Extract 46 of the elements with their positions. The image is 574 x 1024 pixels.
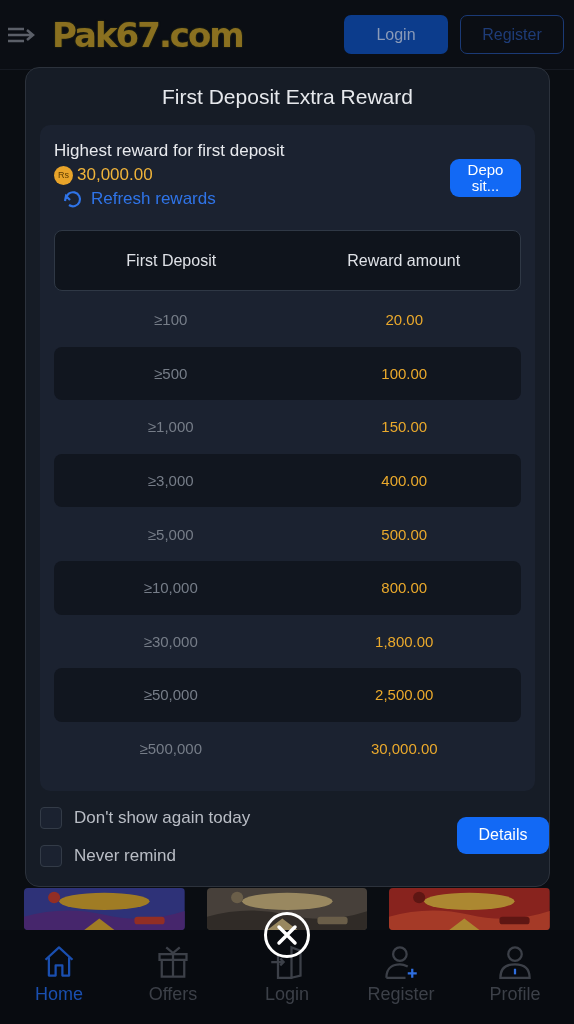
- table-cell-text: 500.00: [380, 525, 429, 543]
- checkbox[interactable]: [40, 807, 62, 829]
- nav-tab[interactable]: Home: [9, 930, 109, 1024]
- register-button[interactable]: Register: [460, 15, 564, 54]
- table-cell-text: ≥30,000: [142, 632, 199, 650]
- nav-tab[interactable]: Register: [351, 930, 451, 1024]
- add-user-icon: [383, 944, 419, 980]
- table-cell-text: ≥500,000: [138, 740, 203, 758]
- table-cell-text: 20.00: [384, 311, 424, 329]
- user-icon: [497, 944, 533, 980]
- menu-icon[interactable]: [8, 25, 36, 44]
- login-button[interactable]: Login: [344, 15, 448, 54]
- table-cell-text: 800.00: [380, 579, 429, 597]
- table-cell-text: 400.00: [380, 472, 429, 490]
- table-cell-text: 30,000.00: [369, 740, 439, 758]
- checkbox-label: Don't show again today: [74, 808, 251, 828]
- refresh-icon: [62, 188, 84, 210]
- table-cell-text: 1,800.00: [374, 632, 435, 650]
- modal-title: First Deposit Extra Reward: [161, 85, 414, 109]
- table-cell-text: ≥1,000: [146, 418, 195, 436]
- column-header: Reward amount: [346, 251, 462, 270]
- table-cell-text: ≥5,000: [146, 525, 195, 543]
- reward-amount: 30,000.00: [77, 165, 153, 185]
- table-cell-text: 100.00: [380, 364, 429, 382]
- details-button[interactable]: Details: [457, 816, 549, 854]
- door-icon: [269, 944, 305, 980]
- table-cell-text: ≥500: [153, 364, 189, 382]
- table-cell-text: ≥50,000: [142, 686, 199, 704]
- close-icon: [276, 924, 298, 946]
- site-logo: Pak67.com: [52, 14, 243, 55]
- nav-tab[interactable]: Offers: [123, 930, 223, 1024]
- column-header: First Deposit: [125, 251, 218, 270]
- checkbox[interactable]: [40, 845, 62, 867]
- highest-reward-label: Highest reward for first deposit: [54, 141, 286, 161]
- checkbox-label: Never remind: [74, 846, 177, 866]
- deposit-button[interactable]: Depo sit...: [450, 159, 521, 197]
- table-cell-text: 150.00: [380, 418, 429, 436]
- refresh-link[interactable]: Refresh rewards: [62, 188, 216, 210]
- nav-tab[interactable]: Profile: [465, 930, 565, 1024]
- gift-icon: [155, 944, 191, 980]
- table-cell-text: ≥10,000: [142, 579, 199, 597]
- nav-tab[interactable]: Login: [237, 930, 337, 1024]
- table-cell-text: ≥3,000: [146, 472, 195, 490]
- table-cell-text: 2,500.00: [374, 686, 435, 704]
- table-cell-text: ≥100: [153, 311, 189, 329]
- currency-icon: Rs: [54, 165, 73, 185]
